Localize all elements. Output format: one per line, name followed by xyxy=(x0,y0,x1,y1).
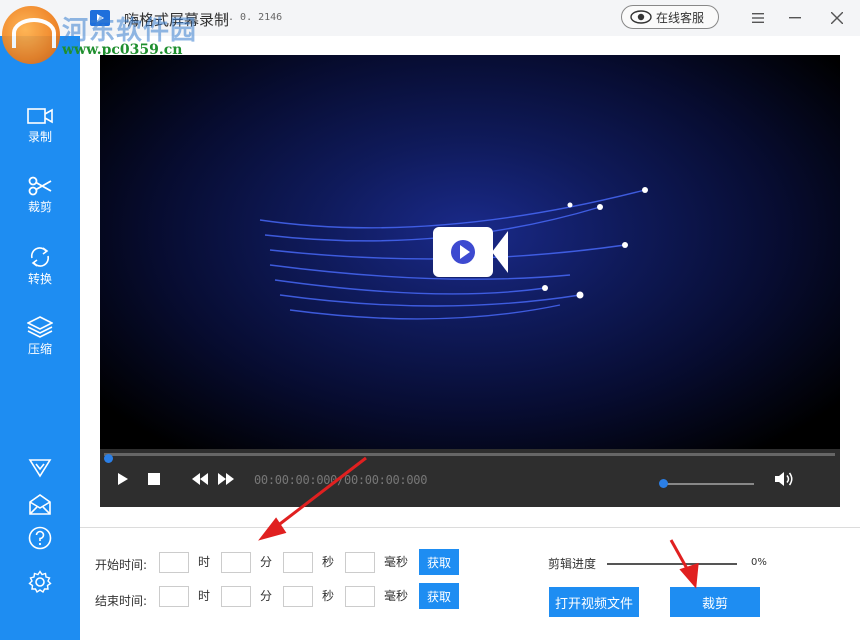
second-unit-label: 秒 xyxy=(322,555,335,569)
end-minute-input[interactable] xyxy=(221,586,251,607)
speaker-icon xyxy=(775,472,793,486)
seek-bar[interactable] xyxy=(104,453,835,463)
stop-button[interactable] xyxy=(148,471,160,487)
vip-button[interactable] xyxy=(27,455,53,481)
app-window: 嗨格式屏幕录制 1. 0. 2146 在线客服 录制 裁剪 转换 压缩 河东软件… xyxy=(0,0,860,640)
trim-progress-percent: 0% xyxy=(751,557,767,568)
video-player: 00:00:00:000/00:00:00:000 xyxy=(100,55,840,507)
sidebar-item-label: 裁剪 xyxy=(27,200,52,214)
close-button[interactable] xyxy=(825,6,849,30)
minute-unit-label: 分 xyxy=(260,555,273,569)
player-controls: 00:00:00:000/00:00:00:000 xyxy=(100,449,840,507)
open-video-button[interactable]: 打开视频文件 xyxy=(549,587,639,617)
message-button[interactable] xyxy=(27,491,53,517)
help-button[interactable] xyxy=(27,525,53,551)
hour-unit-label: 时 xyxy=(198,589,211,603)
message-icon xyxy=(29,494,51,515)
section-divider xyxy=(80,527,860,528)
annotation-arrowhead xyxy=(258,517,287,541)
cut-button[interactable]: 裁剪 xyxy=(670,587,760,617)
play-icon xyxy=(118,473,128,485)
fast-forward-icon xyxy=(218,473,234,485)
close-icon xyxy=(831,12,843,24)
get-end-time-button[interactable]: 获取 xyxy=(419,583,459,609)
start-hour-input[interactable] xyxy=(159,552,189,573)
video-camera-lens-shape xyxy=(492,231,508,273)
eye-icon xyxy=(630,10,652,24)
online-service-label: 在线客服 xyxy=(656,10,705,25)
sidebar-item-label: 压缩 xyxy=(27,342,52,356)
sidebar: 录制 裁剪 转换 压缩 xyxy=(0,36,80,640)
sidebar-item-label: 录制 xyxy=(27,130,52,144)
rewind-button[interactable] xyxy=(191,471,209,487)
rewind-icon xyxy=(192,473,208,485)
settings-button[interactable] xyxy=(27,569,53,595)
trim-progress-bar xyxy=(607,563,737,565)
start-millisecond-input[interactable] xyxy=(345,552,375,573)
vip-icon xyxy=(28,459,52,478)
scissors-icon xyxy=(28,176,52,196)
playback-timecode: 00:00:00:000/00:00:00:000 xyxy=(254,473,428,487)
help-icon xyxy=(28,526,52,550)
menu-button[interactable] xyxy=(746,6,770,30)
watermark-logo xyxy=(2,6,60,64)
end-millisecond-input[interactable] xyxy=(345,586,375,607)
millisecond-unit-label: 毫秒 xyxy=(384,589,409,603)
menu-icon xyxy=(752,13,764,23)
sidebar-item-trim[interactable]: 裁剪 xyxy=(0,176,80,232)
minute-unit-label: 分 xyxy=(260,589,273,603)
start-time-label: 开始时间: xyxy=(95,558,148,572)
sidebar-item-convert[interactable]: 转换 xyxy=(0,246,80,302)
app-version: 1. 0. 2146 xyxy=(222,12,283,23)
volume-handle[interactable] xyxy=(659,479,668,488)
online-service-button[interactable]: 在线客服 xyxy=(621,5,719,29)
trim-progress-label: 剪辑进度 xyxy=(548,557,597,571)
compress-icon xyxy=(27,316,53,338)
convert-icon xyxy=(30,247,50,267)
video-play-overlay-icon[interactable] xyxy=(433,227,493,277)
seek-handle[interactable] xyxy=(104,454,113,463)
volume-button[interactable] xyxy=(774,471,794,487)
sidebar-item-record[interactable]: 录制 xyxy=(0,106,80,162)
volume-slider[interactable] xyxy=(662,483,754,485)
second-unit-label: 秒 xyxy=(322,589,335,603)
end-hour-input[interactable] xyxy=(159,586,189,607)
end-second-input[interactable] xyxy=(283,586,313,607)
minimize-icon xyxy=(789,17,801,19)
play-button[interactable] xyxy=(117,471,129,487)
settings-icon xyxy=(28,570,52,594)
start-second-input[interactable] xyxy=(283,552,313,573)
minimize-button[interactable] xyxy=(783,6,807,30)
sidebar-item-label: 转换 xyxy=(27,272,52,286)
fast-forward-button[interactable] xyxy=(217,471,235,487)
get-start-time-button[interactable]: 获取 xyxy=(419,549,459,575)
video-preview[interactable] xyxy=(100,55,840,449)
annotation-arrow-cut xyxy=(669,539,692,575)
start-minute-input[interactable] xyxy=(221,552,251,573)
record-icon xyxy=(27,108,53,124)
end-time-label: 结束时间: xyxy=(95,594,148,608)
sidebar-item-compress[interactable]: 压缩 xyxy=(0,316,80,372)
stop-icon xyxy=(148,473,160,485)
annotation-arrowhead xyxy=(679,562,699,589)
millisecond-unit-label: 毫秒 xyxy=(384,555,409,569)
hour-unit-label: 时 xyxy=(198,555,211,569)
